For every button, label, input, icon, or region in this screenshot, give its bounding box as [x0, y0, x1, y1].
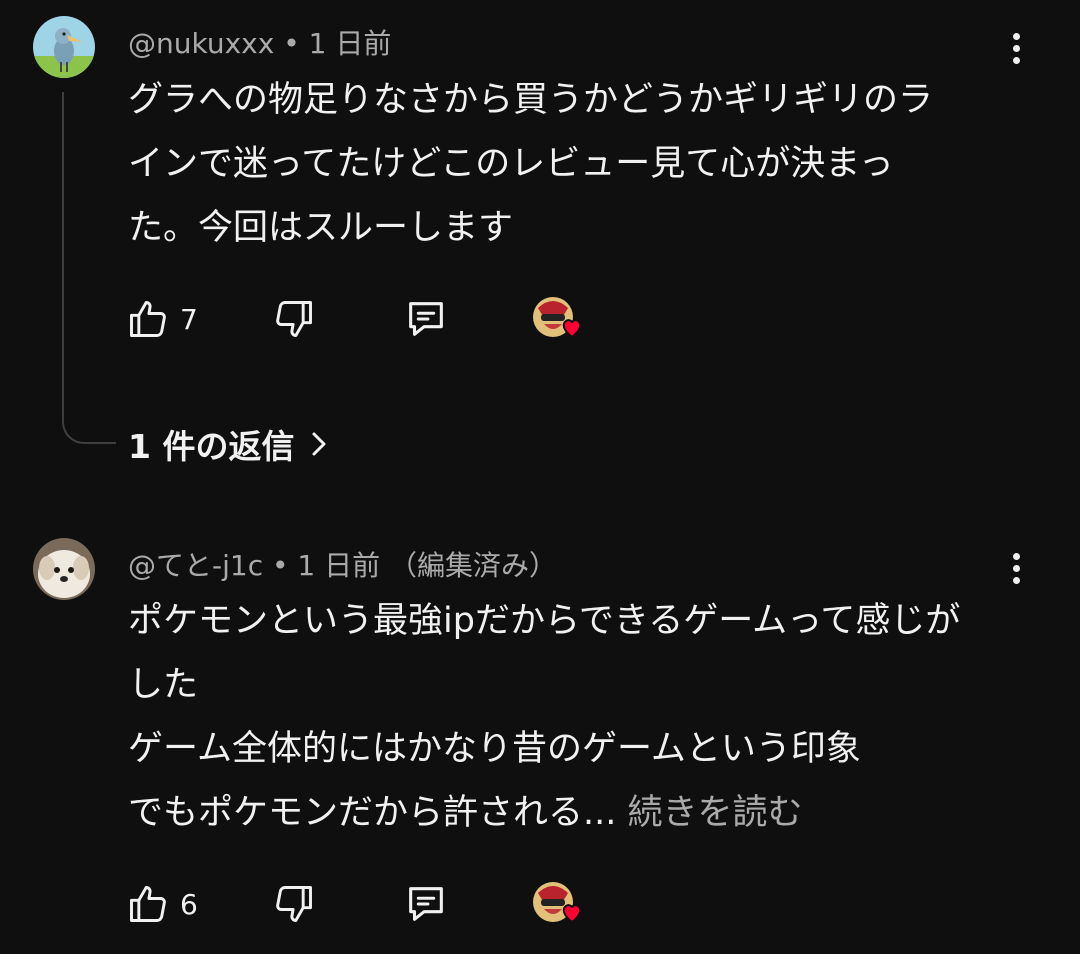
creator-heart — [532, 296, 582, 340]
avatar[interactable] — [33, 16, 95, 78]
avatar[interactable] — [33, 538, 95, 600]
more-options-button[interactable] — [996, 28, 1036, 68]
dislike-button[interactable] — [272, 294, 316, 344]
creator-heart-icon — [533, 882, 582, 924]
more-vertical-icon — [1012, 552, 1020, 560]
comment-time[interactable]: 1 日前 — [309, 27, 392, 60]
creator-heart — [532, 881, 582, 925]
view-replies-button[interactable]: 1 件の返信 — [128, 420, 330, 468]
comment-actions: 7 — [0, 294, 1080, 344]
creator-heart-icon — [533, 297, 582, 339]
chevron-right-icon — [312, 432, 326, 456]
thumbs-down-icon — [276, 301, 312, 337]
read-more-link[interactable]: 続きを読む — [628, 793, 803, 833]
comment-meta: @nukuxxx • 1 日前 — [128, 27, 392, 60]
edited-label: （編集済み） — [389, 549, 558, 582]
reply-button[interactable] — [403, 879, 449, 929]
reply-button[interactable] — [403, 294, 449, 344]
thumbs-up-icon — [130, 886, 166, 922]
comment-author[interactable]: @てと-j1c — [128, 549, 263, 582]
more-options-button[interactable] — [996, 548, 1036, 588]
comment-text: ポケモンという最強ipだからできるゲームって感じが した ゲーム全体的にはかなり… — [128, 601, 961, 833]
dog-avatar-icon — [33, 538, 95, 600]
dislike-button[interactable] — [272, 879, 316, 929]
comment-time[interactable]: 1 日前 — [297, 549, 380, 582]
comment-actions: 6 — [0, 879, 1080, 929]
reply-comment-icon — [409, 302, 443, 336]
like-button[interactable]: 6 — [126, 879, 198, 929]
like-button[interactable]: 7 — [126, 294, 198, 344]
reply-comment-icon — [409, 887, 443, 921]
comment-text: グラへの物足りなさから買うかどうかギリギリのラ インで迷ってたけどこのレビュー見… — [128, 80, 934, 248]
more-vertical-icon — [1012, 32, 1020, 40]
comment-meta: @てと-j1c • 1 日前 （編集済み） — [128, 549, 558, 582]
thumbs-up-icon — [130, 301, 166, 337]
like-count: 6 — [180, 887, 198, 921]
shoebill-bird-avatar-icon — [33, 16, 95, 78]
like-count: 7 — [180, 302, 198, 336]
replies-label: 1 件の返信 — [128, 427, 295, 466]
comment-author[interactable]: @nukuxxx — [128, 27, 274, 60]
thread-connector — [62, 92, 116, 444]
thumbs-down-icon — [276, 886, 312, 922]
